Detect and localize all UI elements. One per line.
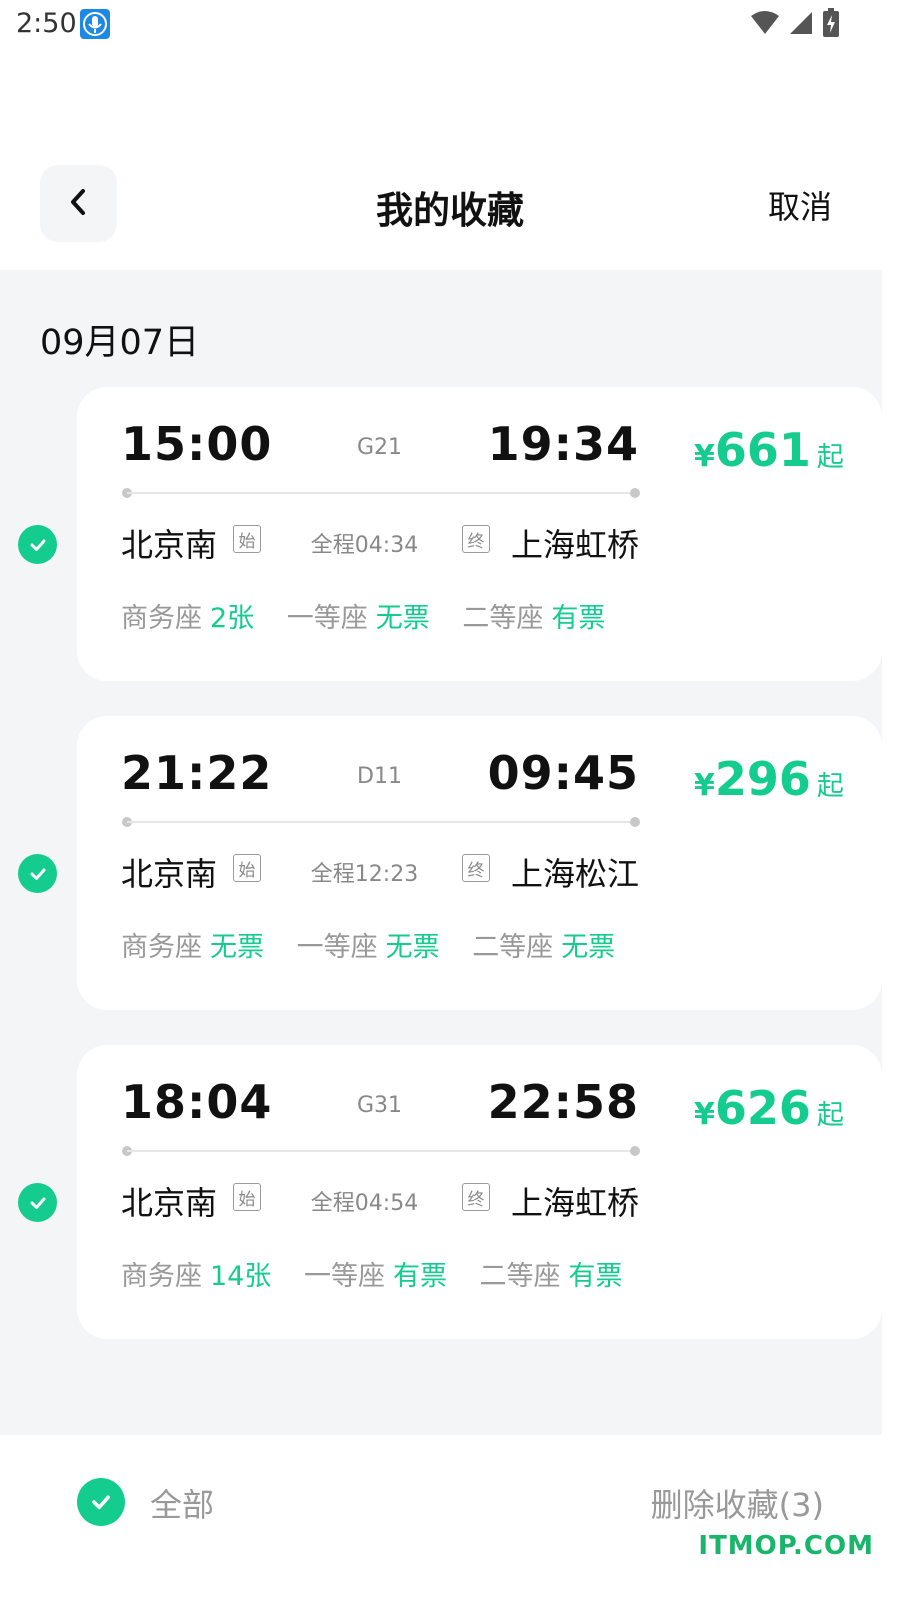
train-card[interactable]: 21:22 D11 09:45 ¥296 起 北京南 始 全程12:23 终 上海… xyxy=(77,716,882,1010)
arrival-time: 19:34 xyxy=(487,417,639,471)
train-number: D11 xyxy=(357,764,402,789)
train-number: G31 xyxy=(356,1093,403,1118)
seat-label: 一等座 xyxy=(296,932,378,963)
train-card[interactable]: 18:04 G31 22:58 ¥626 起 北京南 始 全程04:54 终 上海… xyxy=(77,1045,882,1339)
arrival-time: 22:58 xyxy=(487,1075,639,1129)
seat-label: 一等座 xyxy=(286,603,368,634)
page-title: 我的收藏 xyxy=(376,189,524,232)
list-item: 15:00 G21 19:34 ¥661 起 北京南 始 全程04:34 终 上海… xyxy=(0,387,882,683)
duration: 全程04:34 xyxy=(310,533,419,558)
check-circle-icon[interactable] xyxy=(18,854,57,893)
origin-tag: 始 xyxy=(233,1183,261,1211)
route-line xyxy=(127,1150,635,1152)
duration: 全程12:23 xyxy=(310,862,419,887)
seat-value: 有票 xyxy=(392,1261,447,1292)
origin-tag: 始 xyxy=(233,525,261,553)
route-line xyxy=(127,821,635,823)
arrival-time: 09:45 xyxy=(487,746,639,800)
train-card[interactable]: 15:00 G21 19:34 ¥661 起 北京南 始 全程04:34 终 上海… xyxy=(77,387,882,681)
seat-second: 二等座 无票 xyxy=(472,932,615,963)
seat-second: 二等座 有票 xyxy=(462,603,605,634)
seat-first: 一等座 有票 xyxy=(304,1261,447,1292)
seat-label: 商务座 xyxy=(121,932,202,963)
seat-availability: 商务座 无票 一等座 无票 二等座 无票 xyxy=(121,925,639,964)
currency-symbol: ¥ xyxy=(694,768,715,803)
seat-business: 商务座 14张 xyxy=(121,1261,271,1292)
seat-label: 商务座 xyxy=(121,603,202,634)
status-bar: 2:50 xyxy=(0,0,900,50)
terminal-tag: 终 xyxy=(462,525,490,553)
mic-icon xyxy=(80,9,110,39)
seat-value: 无票 xyxy=(385,932,440,963)
seat-value: 有票 xyxy=(551,603,606,634)
bottom-action-bar: 全部 删除收藏(3) ITMOP.COM xyxy=(0,1435,900,1600)
price-suffix: 起 xyxy=(816,442,844,473)
to-station: 上海虹桥 xyxy=(510,526,639,564)
to-station: 上海虹桥 xyxy=(510,1184,639,1222)
origin-tag: 始 xyxy=(233,854,261,882)
check-circle-icon[interactable] xyxy=(18,525,57,564)
seat-value: 无票 xyxy=(375,603,430,634)
status-time: 2:50 xyxy=(16,8,77,39)
currency-symbol: ¥ xyxy=(694,439,715,474)
check-circle-icon[interactable] xyxy=(18,1183,57,1222)
seat-label: 一等座 xyxy=(303,1261,385,1292)
seat-availability: 商务座 2张 一等座 无票 二等座 有票 xyxy=(121,596,629,635)
seat-value: 无票 xyxy=(561,932,616,963)
price: ¥296 起 xyxy=(694,752,844,806)
route-dot-end xyxy=(630,817,640,827)
route-line xyxy=(127,492,635,494)
duration: 全程04:54 xyxy=(310,1191,419,1216)
seat-business: 商务座 2张 xyxy=(121,603,254,634)
price-suffix: 起 xyxy=(816,1100,844,1131)
to-station: 上海松江 xyxy=(510,855,639,893)
departure-time: 15:00 xyxy=(121,417,273,471)
price-suffix: 起 xyxy=(816,771,844,802)
cancel-button[interactable]: 取消 xyxy=(768,182,832,228)
from-station: 北京南 xyxy=(121,526,218,564)
price-amount: 296 xyxy=(714,752,811,806)
from-station: 北京南 xyxy=(121,1184,218,1222)
date-header: 09月07日 xyxy=(40,323,200,363)
price-amount: 661 xyxy=(714,423,811,477)
seat-value: 2张 xyxy=(210,603,255,634)
departure-time: 21:22 xyxy=(121,746,273,800)
seat-label: 二等座 xyxy=(462,603,544,634)
seat-value: 14张 xyxy=(210,1261,272,1292)
favorites-list: 09月07日 15:00 G21 19:34 ¥661 起 北京南 始 全程04:… xyxy=(0,270,882,1435)
price: ¥626 起 xyxy=(694,1081,844,1135)
terminal-tag: 终 xyxy=(462,854,490,882)
seat-label: 二等座 xyxy=(479,1261,561,1292)
seat-second: 二等座 有票 xyxy=(480,1261,623,1292)
seat-value: 有票 xyxy=(568,1261,623,1292)
list-item: 21:22 D11 09:45 ¥296 起 北京南 始 全程12:23 终 上海… xyxy=(0,716,882,1012)
watermark: ITMOP.COM xyxy=(698,1531,874,1561)
departure-time: 18:04 xyxy=(121,1075,273,1129)
seat-label: 商务座 xyxy=(121,1261,202,1292)
price-amount: 626 xyxy=(714,1081,811,1135)
route-dot-end xyxy=(630,488,640,498)
list-item: 18:04 G31 22:58 ¥626 起 北京南 始 全程04:54 终 上海… xyxy=(0,1045,882,1341)
wifi-icon xyxy=(750,10,780,40)
seat-business: 商务座 无票 xyxy=(121,932,264,963)
train-number: G21 xyxy=(356,435,403,460)
delete-favorites-button[interactable]: 删除收藏(3) xyxy=(651,1480,824,1526)
seat-value: 无票 xyxy=(210,932,264,963)
seat-first: 一等座 无票 xyxy=(297,932,440,963)
signal-icon xyxy=(788,10,814,40)
price: ¥661 起 xyxy=(694,423,844,477)
terminal-tag: 终 xyxy=(462,1183,490,1211)
route-dot-end xyxy=(630,1146,640,1156)
battery-icon xyxy=(822,8,840,42)
from-station: 北京南 xyxy=(121,855,218,893)
select-all-check-icon[interactable] xyxy=(77,1478,125,1526)
seat-label: 二等座 xyxy=(472,932,554,963)
nav-bar: 我的收藏 取消 xyxy=(0,160,900,270)
seat-first: 一等座 无票 xyxy=(287,603,430,634)
select-all-label[interactable]: 全部 xyxy=(150,1480,214,1526)
currency-symbol: ¥ xyxy=(694,1097,715,1132)
seat-availability: 商务座 14张 一等座 有票 二等座 有票 xyxy=(121,1254,647,1293)
